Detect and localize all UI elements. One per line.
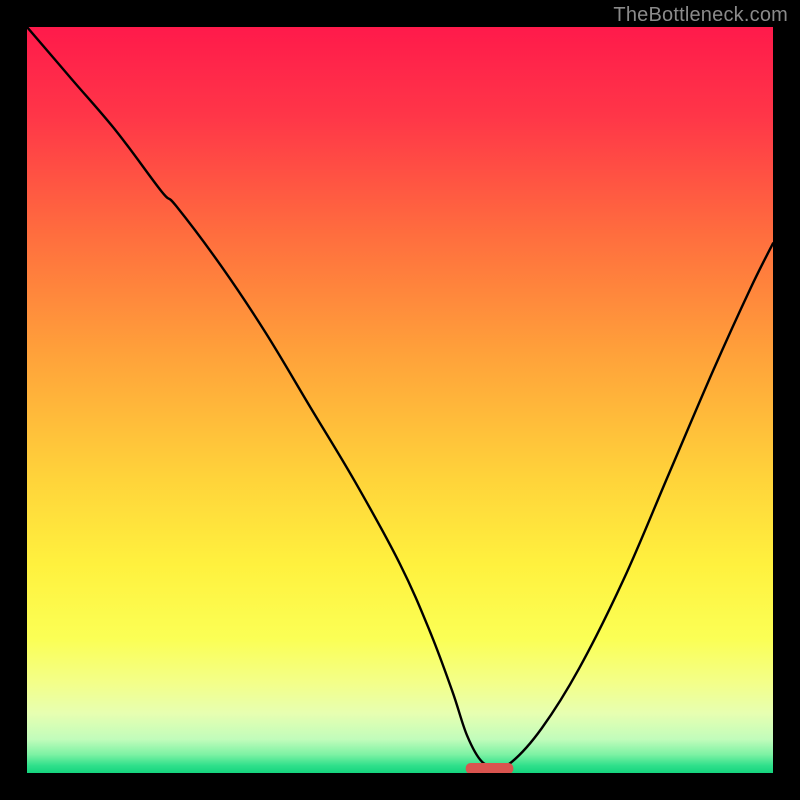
optimal-marker (466, 763, 514, 773)
chart-svg (27, 27, 773, 773)
gradient-background (27, 27, 773, 773)
plot-area (27, 27, 773, 773)
watermark-text: TheBottleneck.com (613, 4, 788, 27)
chart-frame: TheBottleneck.com (0, 0, 800, 800)
